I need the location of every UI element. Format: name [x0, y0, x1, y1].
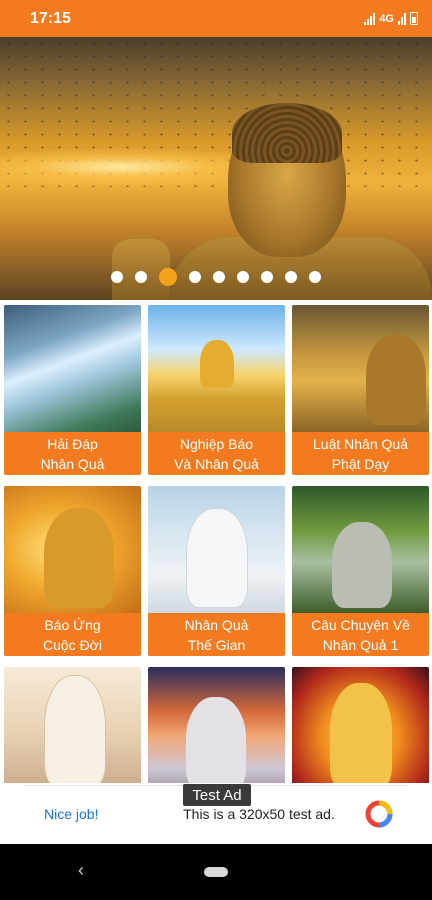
- category-title-line2: Thế Gian: [187, 636, 246, 653]
- category-title-line2: Cuộc Đời: [43, 636, 102, 653]
- carousel-indicators: [0, 268, 432, 286]
- category-thumbnail: [148, 486, 285, 613]
- ad-headline: Nice job!: [44, 806, 99, 822]
- status-bar: 17:15 4G: [0, 0, 432, 37]
- system-nav-bar: ‹: [0, 844, 432, 900]
- carousel-dot[interactable]: [111, 271, 123, 283]
- category-card[interactable]: Luật Nhân Quả Phật Dạy: [292, 305, 429, 475]
- category-title-line1: Nghiệp Báo: [179, 435, 254, 452]
- carousel-dot[interactable]: [135, 271, 147, 283]
- category-thumbnail: [292, 667, 429, 783]
- category-title-line2: Nhân Quả 1: [322, 636, 399, 653]
- carousel-dot[interactable]: [159, 268, 177, 286]
- category-card[interactable]: Hải Đáp Nhân Quả: [4, 305, 141, 475]
- category-thumbnail: [148, 667, 285, 783]
- buddha-figure: [330, 683, 392, 783]
- test-ad-label: Test Ad: [183, 784, 251, 806]
- category-thumbnail: [292, 305, 429, 432]
- category-thumbnail: [148, 305, 285, 432]
- buddha-figure: [366, 335, 426, 425]
- category-title-line1: Hải Đáp: [47, 435, 98, 452]
- category-title-line2: Nhân Quả: [40, 455, 105, 472]
- category-caption: Hải Đáp Nhân Quả: [4, 432, 141, 475]
- back-icon[interactable]: ‹: [78, 860, 84, 881]
- buddha-figure: [332, 522, 392, 608]
- category-title-line1: Câu Chuyện Về: [311, 616, 410, 633]
- buddha-figure: [44, 508, 114, 608]
- category-grid: Hải Đáp Nhân Quả Nghiệp Báo Và Nhân Quả …: [0, 300, 432, 783]
- carousel-dot[interactable]: [309, 271, 321, 283]
- carousel-dot[interactable]: [285, 271, 297, 283]
- carousel-dot[interactable]: [189, 271, 201, 283]
- category-thumbnail: [292, 486, 429, 613]
- carousel-dot[interactable]: [261, 271, 273, 283]
- category-title-line2: Và Nhân Quả: [174, 455, 259, 472]
- category-thumbnail: [4, 667, 141, 783]
- status-icons: 4G: [364, 12, 418, 25]
- category-card[interactable]: [292, 667, 429, 783]
- signal-icon: [364, 12, 376, 25]
- category-card[interactable]: Câu Chuyện Về Nhân Quả 1: [292, 486, 429, 656]
- battery-icon: [410, 12, 418, 25]
- signal-icon-secondary: [398, 12, 406, 25]
- ad-choices-icon[interactable]: [364, 799, 394, 829]
- category-caption: Báo Ứng Cuộc Đời: [4, 613, 141, 656]
- buddha-figure: [186, 508, 248, 608]
- banner-carousel[interactable]: [0, 37, 432, 300]
- category-title-line2: Phật Dạy: [331, 455, 390, 472]
- category-card[interactable]: Nhân Quả Thế Gian: [148, 486, 285, 656]
- category-thumbnail: [4, 486, 141, 613]
- category-title-line1: Luật Nhân Quả: [313, 435, 408, 452]
- category-caption: Luật Nhân Quả Phật Dạy: [292, 432, 429, 475]
- category-card[interactable]: [148, 667, 285, 783]
- category-caption: Câu Chuyện Về Nhân Quả 1: [292, 613, 429, 656]
- category-title-line1: Báo Ứng: [44, 616, 101, 633]
- home-pill-icon[interactable]: [204, 867, 228, 877]
- network-type-label: 4G: [379, 12, 394, 25]
- category-caption: Nhân Quả Thế Gian: [148, 613, 285, 656]
- category-title-line1: Nhân Quả: [184, 616, 249, 633]
- category-card[interactable]: [4, 667, 141, 783]
- ad-text: This is a 320x50 test ad.: [183, 806, 335, 822]
- buddha-figure: [200, 340, 234, 388]
- status-time: 17:15: [30, 9, 71, 27]
- category-card[interactable]: Nghiệp Báo Và Nhân Quả: [148, 305, 285, 475]
- guanyin-figure: [44, 675, 106, 783]
- banner-buddha-hair: [232, 103, 342, 163]
- carousel-dot[interactable]: [237, 271, 249, 283]
- category-card[interactable]: Báo Ứng Cuộc Đời: [4, 486, 141, 656]
- category-thumbnail: [4, 305, 141, 432]
- buddha-figure: [186, 697, 246, 783]
- category-caption: Nghiệp Báo Và Nhân Quả: [148, 432, 285, 475]
- carousel-dot[interactable]: [213, 271, 225, 283]
